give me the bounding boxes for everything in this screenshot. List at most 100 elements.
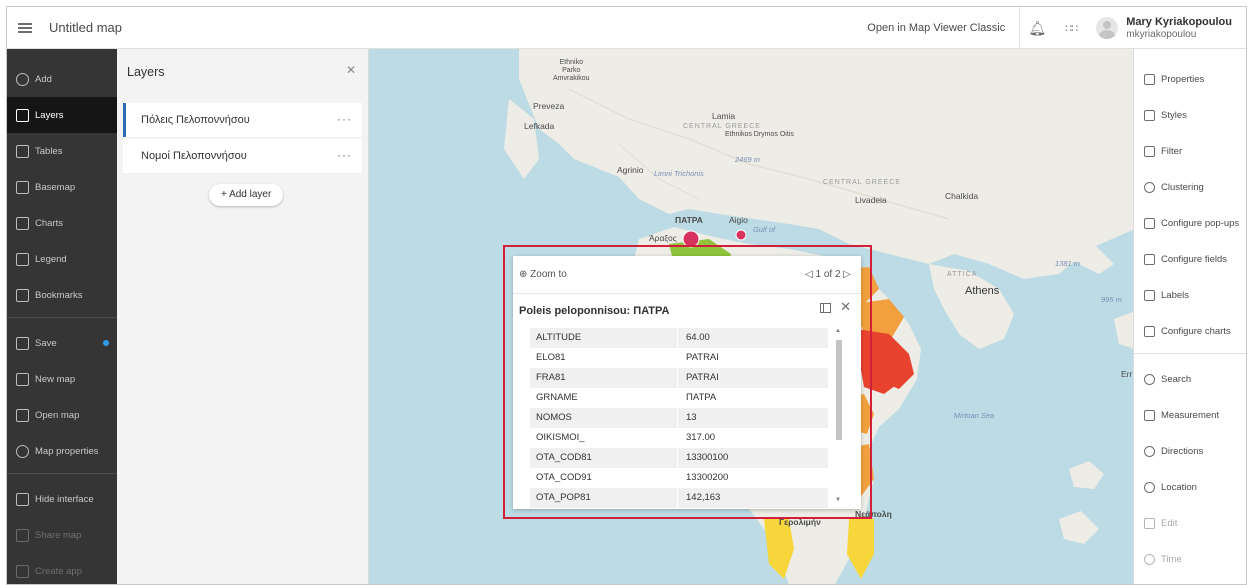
scroll-up-icon[interactable]: ▲	[835, 328, 841, 334]
zoom-in-icon: ⊕	[519, 269, 528, 280]
bookmarks-button[interactable]: Bookmarks	[7, 277, 117, 313]
configure-fields-label: Configure fields	[1161, 253, 1228, 265]
hide-interface-button[interactable]: Hide interface	[7, 481, 117, 517]
labels-button[interactable]: Labels	[1134, 277, 1246, 313]
table-row: NOMOS 13	[530, 408, 828, 428]
configure-popups-button[interactable]: Configure pop-ups	[1134, 205, 1246, 241]
map-label: 2469 m	[735, 155, 761, 164]
app-header: Untitled map Open in Map Viewer Classic …	[7, 7, 1246, 49]
left-toolbar: Add Layers Tables Basemap Charts Legend …	[7, 49, 117, 584]
charts-button[interactable]: Charts	[7, 205, 117, 241]
add-layer-button[interactable]: + Add layer	[209, 184, 284, 206]
close-icon[interactable]: ✕	[346, 63, 356, 77]
next-icon[interactable]: ▷	[843, 269, 851, 280]
map-properties-label: Map properties	[35, 445, 99, 457]
table-row: OTA_COD81 13300100	[530, 448, 828, 468]
more-options-icon[interactable]: ···	[337, 148, 352, 162]
measurement-button[interactable]: Measurement	[1134, 397, 1246, 433]
dock-icon[interactable]	[820, 303, 831, 313]
measure-icon	[1144, 409, 1155, 421]
previous-icon[interactable]: ◁	[805, 269, 813, 280]
new-map-label: New map	[35, 373, 76, 385]
close-icon[interactable]: ✕	[840, 299, 851, 315]
create-app-button[interactable]: Create app	[7, 553, 117, 584]
filter-icon	[1144, 145, 1155, 157]
map-label: Livadeia	[855, 195, 887, 205]
attribute-table: ALTITUDE 64.00 ELO81 PATRAI FRA81 PATRAI GR…	[530, 328, 828, 508]
layers-label: Layers	[35, 109, 64, 121]
field-value: 13300100	[686, 452, 729, 463]
popup-header: ⊕ Zoom to ◁ 1 of 2 ▷	[513, 256, 861, 294]
map-properties-button[interactable]: Map properties	[7, 433, 117, 469]
field-name: FRA81	[530, 368, 678, 388]
location-label: Location	[1161, 481, 1197, 493]
map-label: Preveza	[533, 101, 565, 111]
field-name: GRNAME	[530, 388, 678, 408]
layers-button[interactable]: Layers	[7, 97, 117, 133]
popup-title: Poleis peloponnisou: ΠΑΤΡΑ	[519, 305, 670, 317]
add-button[interactable]: Add	[7, 61, 117, 97]
field-value: 142,163	[686, 492, 721, 503]
clustering-button[interactable]: Clustering	[1134, 169, 1246, 205]
open-map-button[interactable]: Open map	[7, 397, 117, 433]
tables-button[interactable]: Tables	[7, 133, 117, 169]
chart-icon	[16, 216, 29, 230]
hamburger-menu-icon[interactable]	[7, 7, 43, 49]
labels-label: Labels	[1161, 289, 1189, 301]
styles-icon	[1144, 109, 1155, 121]
configure-charts-button[interactable]: Configure charts	[1134, 313, 1246, 349]
filter-label: Filter	[1161, 145, 1183, 157]
more-options-icon[interactable]: ···	[337, 112, 352, 126]
user-id: mkyriakopoulou	[1126, 28, 1197, 40]
styles-button[interactable]: Styles	[1134, 97, 1246, 133]
time-button[interactable]: Time	[1134, 541, 1246, 577]
basemap-button[interactable]: Basemap	[7, 169, 117, 205]
notification-bell-icon[interactable]: 🔔︎	[1020, 7, 1054, 49]
layer-item-poleis[interactable]: Πόλεις Πελοποννήσου ···	[123, 103, 362, 137]
plus-circle-icon	[16, 72, 29, 86]
scrollbar-thumb[interactable]	[836, 340, 842, 440]
layers-panel-title: Layers	[127, 65, 165, 79]
location-button[interactable]: Location	[1134, 469, 1246, 505]
popup-pager[interactable]: ◁ 1 of 2 ▷	[805, 269, 851, 280]
directions-button[interactable]: Directions	[1134, 433, 1246, 469]
zoom-to-button[interactable]: ⊕ Zoom to	[519, 269, 567, 280]
share-map-button[interactable]: Share map	[7, 517, 117, 553]
filter-button[interactable]: Filter	[1134, 133, 1246, 169]
pager-label: 1 of 2	[815, 269, 841, 280]
clustering-icon	[1144, 181, 1155, 193]
toolbar-divider	[7, 473, 117, 474]
map-label: 1381 m	[1055, 259, 1081, 268]
layer-name: Νομοί Πελοποννήσου	[141, 150, 247, 162]
edit-icon	[1144, 517, 1155, 529]
map-title[interactable]: Untitled map	[49, 20, 122, 35]
time-label: Time	[1161, 553, 1182, 565]
open-classic-link[interactable]: Open in Map Viewer Classic	[853, 7, 1021, 49]
search-icon	[1144, 373, 1155, 385]
panel-divider	[1134, 353, 1246, 354]
search-button[interactable]: Search	[1134, 361, 1246, 397]
edit-button[interactable]: Edit	[1134, 505, 1246, 541]
properties-label: Properties	[1161, 73, 1205, 85]
right-settings-panel: Properties Styles Filter Clustering Conf…	[1133, 49, 1246, 584]
layers-icon	[16, 108, 29, 122]
new-map-button[interactable]: New map	[7, 361, 117, 397]
user-info[interactable]: Mary Kyriakopoulou mkyriakopoulou	[1126, 16, 1232, 40]
layer-item-nomoi[interactable]: Νομοί Πελοποννήσου ···	[123, 139, 362, 173]
popup-scrollbar[interactable]: ▲ ▼	[835, 328, 843, 503]
header-actions: Open in Map Viewer Classic 🔔︎ ∷∷ Mary Ky…	[853, 7, 1246, 49]
app-window: Untitled map Open in Map Viewer Classic …	[6, 6, 1247, 585]
legend-button[interactable]: Legend	[7, 241, 117, 277]
basemap-icon	[16, 180, 29, 194]
app-launcher-icon[interactable]: ∷∷	[1054, 7, 1088, 49]
map-label: Err	[1121, 369, 1133, 379]
map-label: Ethnikos Drymos Oitis	[725, 131, 794, 138]
properties-button[interactable]: Properties	[1134, 61, 1246, 97]
new-map-icon	[16, 372, 29, 386]
save-button[interactable]: Save	[7, 325, 117, 361]
directions-icon	[1144, 445, 1155, 457]
avatar[interactable]	[1096, 17, 1119, 39]
table-row: OTA_POP81 142,163	[530, 488, 828, 508]
configure-fields-button[interactable]: Configure fields	[1134, 241, 1246, 277]
scroll-down-icon[interactable]: ▼	[835, 497, 841, 503]
